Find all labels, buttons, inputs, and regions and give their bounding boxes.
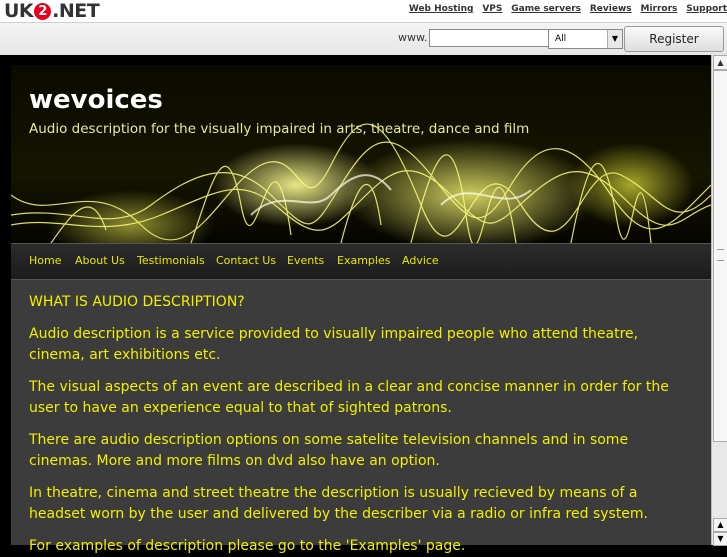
content-heading: WHAT IS AUDIO DESCRIPTION? — [29, 294, 245, 310]
content-paragraph: The visual aspects of an event are descr… — [29, 379, 669, 416]
top-links: Web Hosting VPS Game servers Reviews Mir… — [403, 4, 727, 14]
nav-examples[interactable]: Examples — [337, 254, 390, 267]
www-prefix-label: www. — [398, 31, 428, 44]
scrollbar-thumb[interactable] — [713, 70, 727, 442]
link-vps[interactable]: VPS — [482, 4, 502, 14]
nav-events[interactable]: Events — [287, 254, 324, 267]
scroll-down-arrow-icon[interactable]: ▼ — [713, 532, 727, 546]
link-reviews[interactable]: Reviews — [590, 4, 632, 14]
page-background: wevoices Audio description for the visua… — [0, 55, 711, 554]
nav-testimonials[interactable]: Testimonials — [137, 254, 205, 267]
uk2-logo[interactable]: UK 2 .NET — [4, 0, 100, 22]
nav-contact-us[interactable]: Contact Us — [216, 254, 276, 267]
site-subtitle: Audio description for the visually impai… — [29, 121, 530, 137]
site-title[interactable]: wevoices — [29, 85, 163, 115]
nav-home[interactable]: Home — [29, 254, 61, 267]
content-paragraph: In theatre, cinema and street theatre th… — [29, 485, 649, 522]
domain-search-bar: www. All ▼ Register Domain — [0, 22, 727, 70]
main-nav: Home About Us Testimonials Contact Us Ev… — [11, 243, 711, 280]
hosting-topbar: UK 2 .NET Web Hosting VPS Game servers Rev… — [0, 0, 727, 70]
nav-about-us[interactable]: About Us — [75, 254, 125, 267]
logo-text-right: .NET — [52, 0, 100, 22]
logo-badge: 2 — [34, 2, 52, 20]
content-paragraph: Audio description is a service provided … — [29, 326, 639, 363]
link-mirrors[interactable]: Mirrors — [641, 4, 678, 14]
register-domain-button[interactable]: Register Domain — [624, 26, 724, 70]
content-paragraph: For examples of description please go to… — [29, 538, 466, 554]
site-wrapper: wevoices Audio description for the visua… — [11, 65, 711, 554]
link-web-hosting[interactable]: Web Hosting — [409, 4, 474, 14]
domain-input[interactable] — [429, 29, 549, 47]
nav-advice[interactable]: Advice — [402, 254, 439, 267]
site-header-banner: wevoices Audio description for the visua… — [11, 65, 711, 243]
vertical-scrollbar[interactable]: ▲ ▲ ▼ — [711, 55, 727, 546]
tld-selected-value: All — [555, 34, 567, 44]
scrollbar-grip-icon — [717, 249, 724, 261]
main-content: WHAT IS AUDIO DESCRIPTION? Audio descrip… — [11, 280, 711, 554]
scroll-up-arrow-icon[interactable]: ▲ — [713, 518, 727, 532]
logo-text-left: UK — [4, 0, 34, 22]
content-paragraph: There are audio description options on s… — [29, 432, 629, 469]
dropdown-arrow-icon: ▼ — [607, 30, 622, 48]
tld-select[interactable]: All ▼ — [548, 29, 623, 49]
link-support[interactable]: Support — [686, 4, 727, 14]
link-game-servers[interactable]: Game servers — [511, 4, 581, 14]
scroll-up-arrow-icon[interactable]: ▲ — [713, 55, 727, 70]
